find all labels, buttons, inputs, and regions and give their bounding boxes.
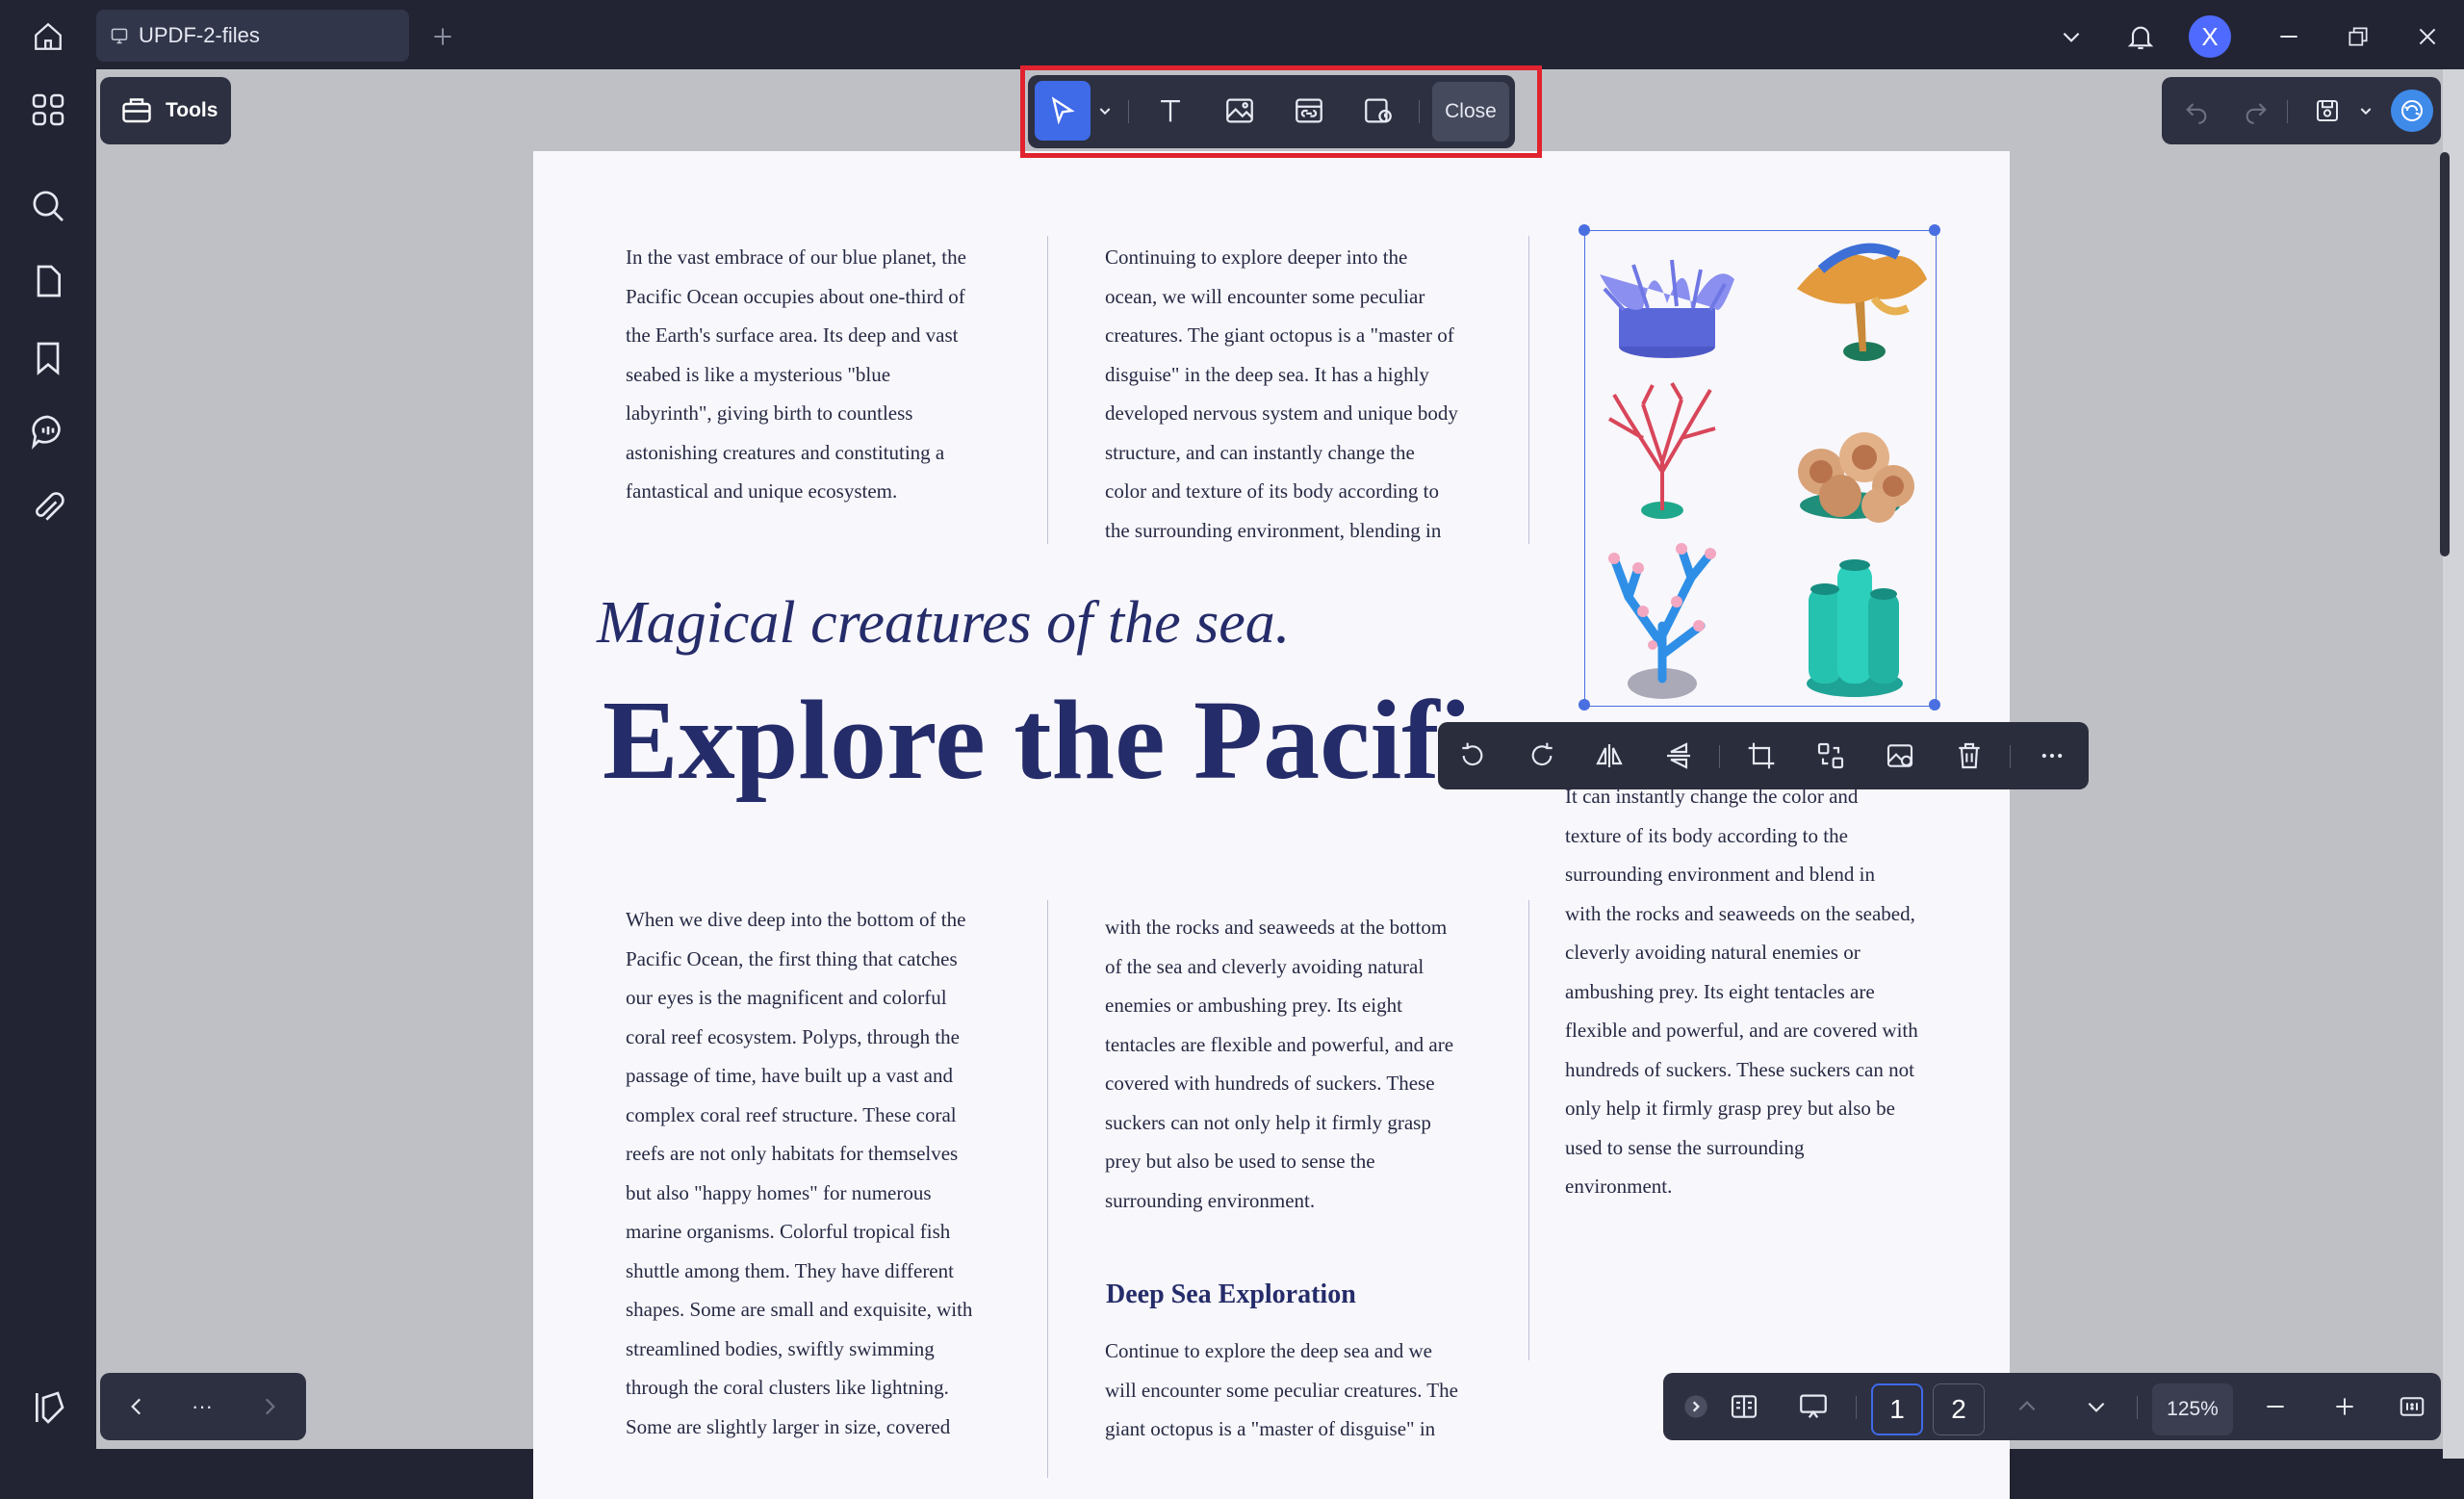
- toolbar-separator: [2137, 1396, 2138, 1419]
- more-nav-button[interactable]: ···: [181, 1385, 223, 1428]
- text-block-col1-bottom[interactable]: When we dive deep into the bottom of the…: [626, 900, 972, 1446]
- zoom-level[interactable]: 125%: [2152, 1383, 2233, 1435]
- comment-icon[interactable]: [29, 412, 69, 452]
- tools-label: Tools: [166, 99, 218, 121]
- column-divider: [1047, 900, 1048, 1478]
- subheading-deep-sea[interactable]: Deep Sea Exploration: [1106, 1279, 1356, 1310]
- tabs-dropdown-chevron-icon[interactable]: [2052, 17, 2091, 56]
- next-arrow-icon[interactable]: [248, 1385, 291, 1428]
- purple-anemone: [1600, 259, 1734, 358]
- text-block-col2-top[interactable]: Continuing to explore deeper into the oc…: [1105, 238, 1458, 550]
- column-divider: [1047, 236, 1048, 544]
- extract-image-icon[interactable]: [1810, 735, 1852, 777]
- text-block-col3-bottom[interactable]: It can instantly change the color and te…: [1565, 777, 1918, 1206]
- document-tab-icon: [110, 26, 129, 45]
- save-icon[interactable]: [2306, 90, 2348, 132]
- toolbar-separator: [2287, 100, 2288, 123]
- page-layout-icon[interactable]: [1723, 1385, 1765, 1428]
- sidebar-settings-icon[interactable]: [29, 1388, 69, 1429]
- presentation-icon[interactable]: [1792, 1385, 1835, 1428]
- text-block-col2-bottom[interactable]: with the rocks and seaweeds at the botto…: [1105, 908, 1453, 1220]
- bookmark-icon[interactable]: [29, 339, 69, 379]
- column-divider: [1528, 900, 1529, 1360]
- save-dropdown-chevron-icon[interactable]: [2345, 90, 2387, 132]
- rotate-left-icon[interactable]: [1451, 735, 1494, 777]
- redo-icon[interactable]: [2235, 90, 2277, 132]
- highlight-box: [1020, 65, 1542, 158]
- search-icon[interactable]: [29, 187, 69, 227]
- orange-cup-coral: [1798, 432, 1914, 523]
- notification-bell-icon[interactable]: [2121, 17, 2160, 56]
- coral-illustrations: [1600, 243, 1927, 699]
- resize-handle-bottom-right[interactable]: [1929, 699, 1940, 711]
- flip-horizontal-icon[interactable]: [1588, 735, 1630, 777]
- main-heading[interactable]: Explore the Pacifi: [603, 675, 1471, 806]
- resize-handle-bottom-left[interactable]: [1578, 699, 1590, 711]
- undo-icon[interactable]: [2175, 90, 2218, 132]
- blue-pink-coral: [1608, 543, 1716, 699]
- rotate-right-icon[interactable]: [1521, 735, 1563, 777]
- attachment-icon[interactable]: [29, 489, 69, 530]
- crop-icon[interactable]: [1740, 735, 1783, 777]
- actual-size-icon[interactable]: [2391, 1385, 2433, 1428]
- italic-heading[interactable]: Magical creatures of the sea.: [597, 589, 1290, 658]
- text-block-col2-sub[interactable]: Continue to explore the deep sea and we …: [1105, 1331, 1458, 1449]
- apps-grid-icon[interactable]: [29, 90, 69, 131]
- resize-handle-top-left[interactable]: [1578, 224, 1590, 236]
- orange-tree-coral: [1797, 243, 1927, 361]
- red-fan-coral: [1608, 381, 1716, 519]
- pdf-page: In the vast embrace of our blue planet, …: [533, 151, 2010, 1499]
- toolbar-separator: [2010, 745, 2011, 768]
- resize-handle-top-right[interactable]: [1929, 224, 1940, 236]
- page-1-button[interactable]: 1: [1871, 1383, 1923, 1435]
- user-avatar[interactable]: X: [2189, 15, 2231, 58]
- pages-icon[interactable]: [29, 262, 69, 302]
- tools-button[interactable]: Tools: [100, 77, 231, 144]
- flip-vertical-icon[interactable]: [1657, 735, 1700, 777]
- document-tab[interactable]: UPDF-2-files: [96, 10, 409, 62]
- selected-coral-image[interactable]: [1584, 230, 1937, 707]
- toolbar-separator: [1856, 1396, 1857, 1419]
- zoom-out-icon[interactable]: [2254, 1385, 2297, 1428]
- ai-assistant-icon[interactable]: [2391, 90, 2433, 132]
- vertical-scrollbar-thumb[interactable]: [2440, 152, 2450, 556]
- more-options-icon[interactable]: [2031, 735, 2073, 777]
- left-sidebar: [0, 69, 96, 1459]
- home-icon[interactable]: [29, 17, 67, 56]
- document-tab-title: UPDF-2-files: [139, 23, 260, 47]
- toolbox-icon: [119, 92, 154, 127]
- close-window-icon[interactable]: [2408, 17, 2447, 56]
- zoom-in-icon[interactable]: [2323, 1385, 2366, 1428]
- new-tab-plus-icon[interactable]: [424, 17, 462, 56]
- page-2-button[interactable]: 2: [1933, 1383, 1985, 1435]
- column-divider: [1528, 236, 1529, 544]
- title-bar: UPDF-2-files X: [0, 0, 2464, 69]
- minimize-icon[interactable]: [2270, 17, 2308, 56]
- previous-arrow-icon[interactable]: [116, 1385, 158, 1428]
- collapse-controls-icon[interactable]: [1675, 1385, 1717, 1428]
- restore-window-icon[interactable]: [2339, 17, 2377, 56]
- page-up-icon[interactable]: [2006, 1385, 2048, 1428]
- toolbar-separator: [1719, 745, 1720, 768]
- page-down-icon[interactable]: [2075, 1385, 2118, 1428]
- text-block-col1-top[interactable]: In the vast embrace of our blue planet, …: [626, 238, 966, 511]
- teal-tube-coral: [1807, 559, 1903, 697]
- replace-image-icon[interactable]: [1879, 735, 1921, 777]
- delete-image-icon[interactable]: [1948, 735, 1990, 777]
